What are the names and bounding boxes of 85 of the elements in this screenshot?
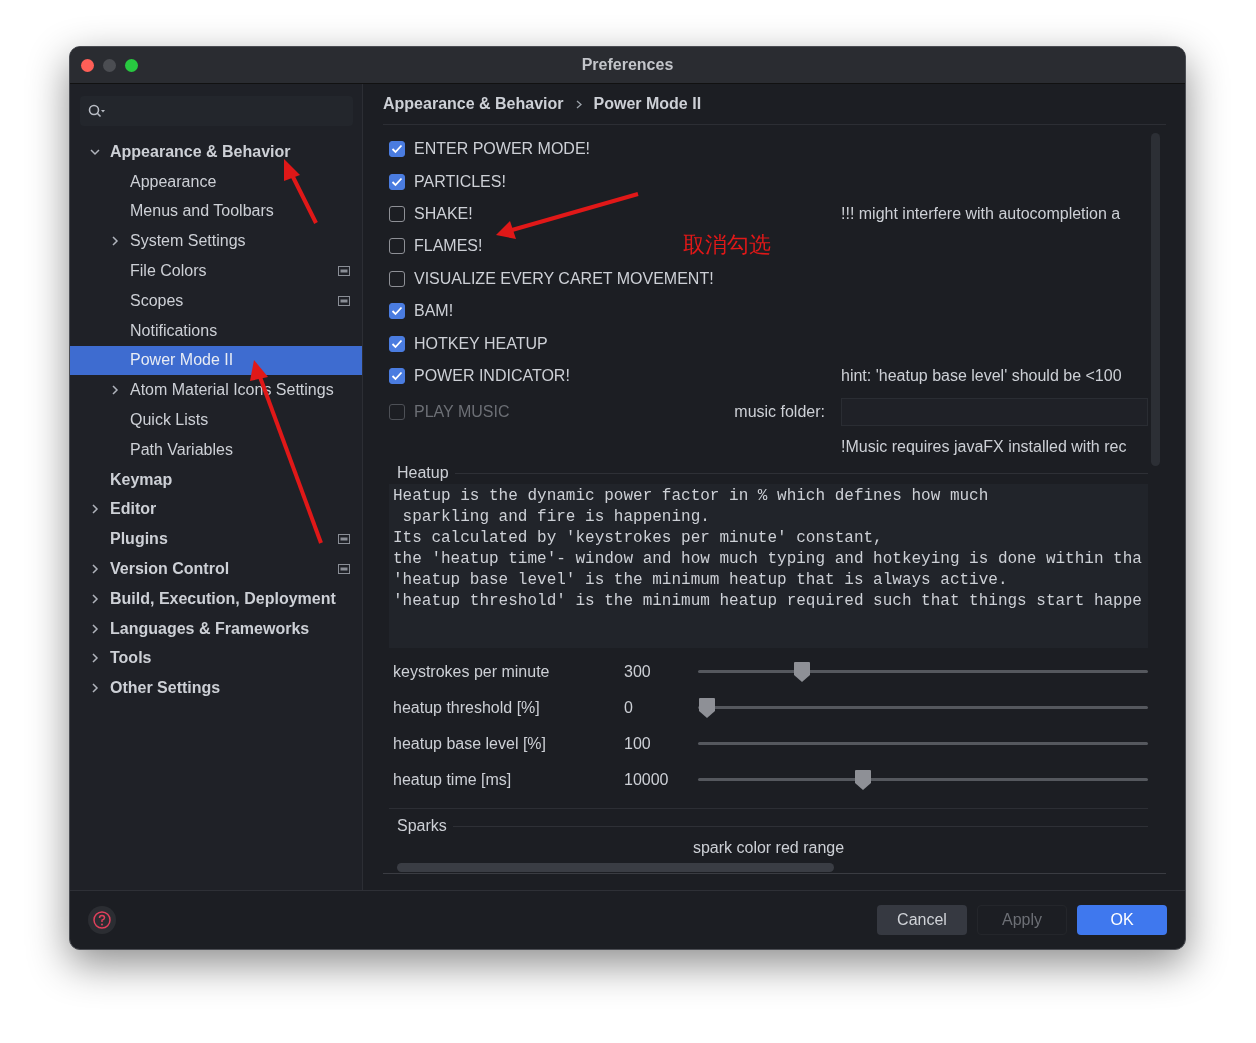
tree-item[interactable]: System Settings — [70, 226, 362, 257]
checkbox[interactable] — [389, 303, 405, 320]
checkbox-label[interactable]: POWER INDICATOR! — [414, 366, 570, 385]
checkbox[interactable] — [389, 335, 405, 352]
checkbox-label[interactable]: VISUALIZE EVERY CARET MOVEMENT! — [414, 269, 714, 288]
tree-item[interactable]: Editor — [70, 494, 362, 525]
close-button[interactable] — [81, 58, 94, 72]
dialog-button[interactable]: OK — [1077, 905, 1167, 935]
slider-label: heatup time [ms] — [393, 771, 513, 790]
help-button[interactable] — [88, 906, 116, 934]
chevron-icon[interactable] — [90, 146, 100, 157]
hint-text: !!! might interfere with autocompletion a — [841, 204, 1122, 223]
tree-item[interactable]: Notifications — [70, 315, 362, 346]
chevron-icon[interactable] — [90, 683, 100, 694]
tree-item[interactable]: Tools — [70, 643, 362, 674]
chevron-icon[interactable] — [90, 653, 100, 664]
description-line: 'heatup threshold' is the minimum heatup required such that things start happe — [393, 591, 1142, 613]
description-line: the 'heatup time'- window and how much typing and hotkeying is done within tha — [393, 549, 1142, 571]
annotation-text: 取消勾选 — [683, 231, 771, 259]
checkbox[interactable] — [389, 141, 405, 158]
slider-label: keystrokes per minute — [393, 663, 551, 682]
slider-track[interactable] — [698, 697, 1148, 720]
tree-item[interactable]: Plugins — [70, 524, 362, 555]
search-field[interactable] — [80, 96, 353, 126]
tree-item[interactable]: Build, Execution, Deployment — [70, 583, 362, 614]
slider-value: 10000 — [624, 771, 670, 790]
checkbox[interactable] — [389, 205, 405, 222]
slider-thumb[interactable] — [853, 769, 872, 792]
description-line: 'heatup base level' is the minimum heatup that is always active. — [393, 570, 1008, 592]
zoom-button[interactable] — [125, 58, 138, 72]
tree-item[interactable]: Path Variables — [70, 434, 362, 465]
hint-text: !Music requires javaFX installed with rec — [841, 438, 1128, 457]
window-title: Preferences — [581, 56, 674, 74]
field-label: music folder: — [734, 403, 826, 422]
chevron-icon[interactable] — [90, 593, 100, 604]
section-title: Sparks — [397, 817, 447, 836]
tree-item[interactable]: Appearance & Behavior — [70, 137, 362, 167]
checkbox[interactable] — [389, 238, 405, 255]
scrollbar[interactable] — [397, 863, 834, 873]
annotation-arrow — [284, 159, 318, 224]
tree-item[interactable]: Menus and Toolbars — [70, 196, 362, 227]
slider-value: 0 — [624, 699, 634, 718]
checkbox-label[interactable]: HOTKEY HEATUP — [414, 334, 548, 353]
breadcrumb-item[interactable]: Power Mode II — [593, 95, 702, 113]
description-line: Its calculated by 'keystrokes per minute' constant, — [393, 528, 883, 550]
slider-thumb[interactable] — [698, 697, 716, 720]
checkbox[interactable] — [389, 173, 405, 190]
slider-label: heatup threshold [%] — [393, 699, 541, 718]
chevron-icon[interactable] — [110, 236, 120, 247]
section-title: Heatup — [397, 464, 449, 483]
help-icon — [92, 910, 112, 930]
slider-track[interactable] — [698, 769, 1148, 792]
slider-label: heatup base level [%] — [393, 735, 547, 754]
hint-text: hint: 'heatup base level' should be <100 — [841, 366, 1123, 385]
slider-track[interactable] — [698, 661, 1148, 684]
chevron-icon — [575, 99, 582, 109]
tree-item[interactable]: Quick Lists — [70, 405, 362, 435]
checkbox-label[interactable]: ENTER POWER MODE! — [414, 140, 590, 159]
tree-item[interactable]: Power Mode II — [70, 345, 362, 376]
field-label: spark color red range — [691, 839, 846, 858]
checkbox-label[interactable]: FLAMES! — [414, 237, 483, 256]
breadcrumb-item[interactable]: Appearance & Behavior — [383, 95, 564, 113]
slider-thumb[interactable] — [793, 661, 812, 684]
tree-item[interactable]: Version Control — [70, 554, 362, 584]
checkbox-label[interactable]: BAM! — [414, 302, 454, 321]
tree-item[interactable]: Scopes — [70, 286, 362, 316]
checkbox-label[interactable]: SHAKE! — [414, 204, 473, 223]
tree-item[interactable]: Other Settings — [70, 673, 362, 704]
tree-item[interactable]: Appearance — [70, 166, 362, 197]
tree-item[interactable]: File Colors — [70, 256, 362, 286]
search-icon — [88, 104, 106, 118]
slider-value: 300 — [624, 663, 652, 682]
description-line: sparkling and fire is happening. — [401, 507, 710, 529]
checkbox[interactable] — [389, 270, 405, 287]
checkbox-label[interactable]: PARTICLES! — [414, 172, 506, 191]
chevron-icon[interactable] — [90, 504, 100, 515]
chevron-icon[interactable] — [90, 564, 100, 575]
chevron-icon[interactable] — [110, 385, 120, 396]
checkbox[interactable] — [389, 367, 405, 384]
description-line: Heatup is the dynamic power factor in % which defines how much — [393, 486, 989, 508]
chevron-icon[interactable] — [90, 623, 100, 634]
tree-item[interactable]: Languages & Frameworks — [70, 613, 362, 644]
slider-value: 100 — [624, 735, 652, 754]
tree-item[interactable]: Keymap — [70, 464, 362, 495]
dialog-button[interactable]: Cancel — [877, 905, 967, 935]
